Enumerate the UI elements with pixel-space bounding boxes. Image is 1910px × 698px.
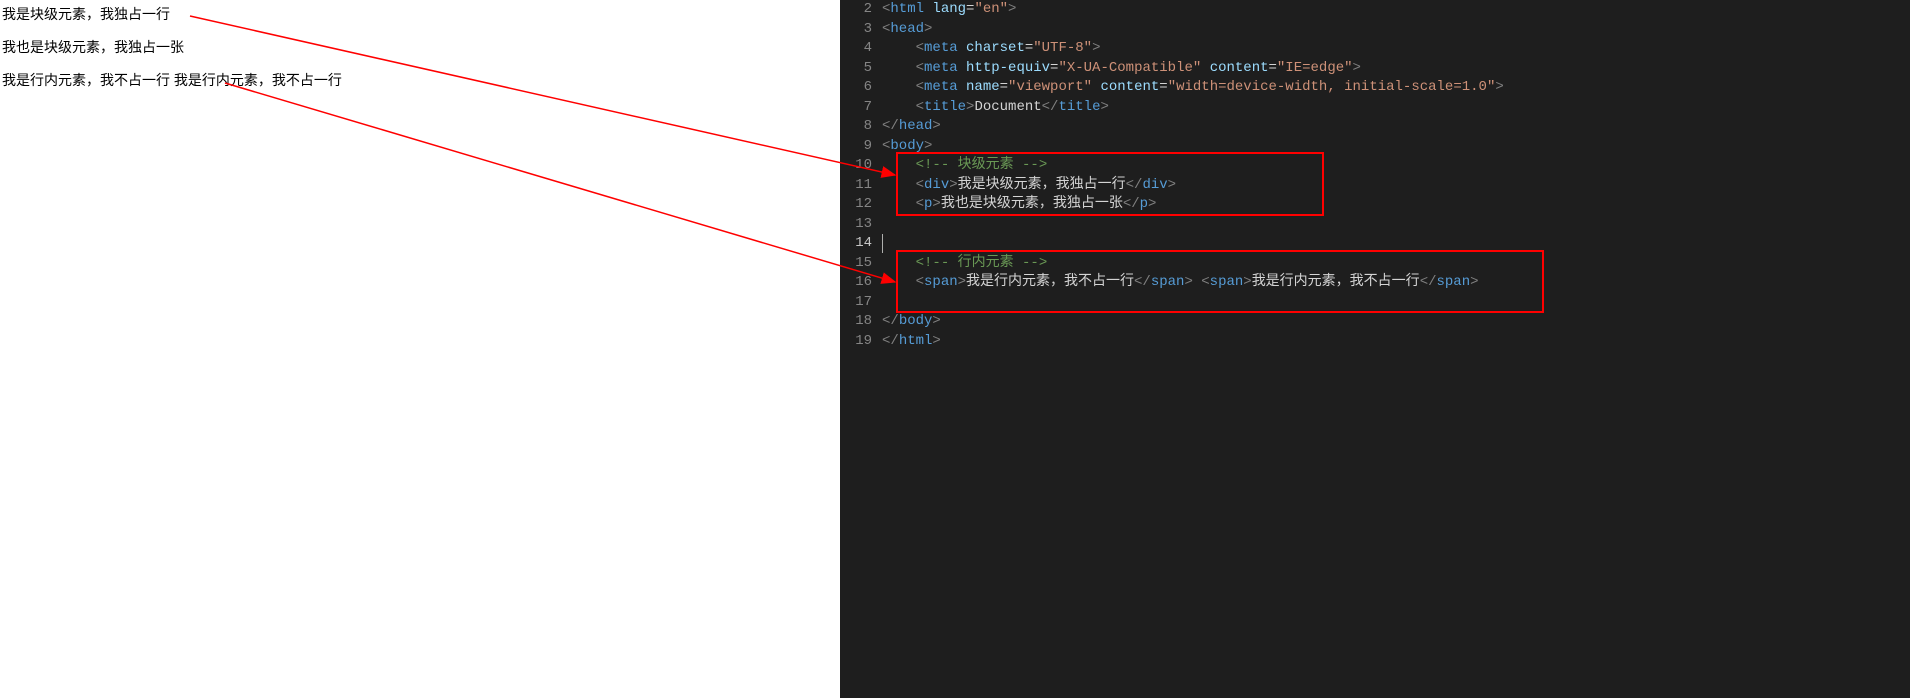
code-line[interactable]: <div>我是块级元素，我独占一行</div> — [882, 176, 1910, 196]
line-number: 11 — [840, 176, 872, 196]
line-number: 14 — [840, 234, 872, 254]
code-line[interactable]: </html> — [882, 332, 1910, 352]
preview-div-text: 我是块级元素，我独占一行 — [2, 4, 838, 25]
preview-span-2: 我是行内元素，我不占一行 — [174, 72, 342, 88]
line-number: 19 — [840, 332, 872, 352]
line-number: 10 — [840, 156, 872, 176]
line-number-gutter: 2 3 4 5 6 7 8 9 10 11 12 13 14 15 16 17 … — [840, 0, 882, 698]
line-number: 8 — [840, 117, 872, 137]
preview-span-1: 我是行内元素，我不占一行 — [2, 72, 170, 88]
line-number: 15 — [840, 254, 872, 274]
code-line[interactable]: <head> — [882, 20, 1910, 40]
code-line[interactable]: <body> — [882, 137, 1910, 157]
code-line[interactable]: <!-- 块级元素 --> — [882, 156, 1910, 176]
code-area[interactable]: <html lang="en"> <head> <meta charset="U… — [882, 0, 1910, 698]
line-number: 3 — [840, 20, 872, 40]
code-line[interactable]: <span>我是行内元素，我不占一行</span> <span>我是行内元素，我… — [882, 273, 1910, 293]
line-number: 16 — [840, 273, 872, 293]
line-number: 12 — [840, 195, 872, 215]
code-line[interactable]: </body> — [882, 312, 1910, 332]
line-number: 4 — [840, 39, 872, 59]
browser-preview-pane: 我是块级元素，我独占一行 我也是块级元素，我独占一张 我是行内元素，我不占一行 … — [0, 0, 840, 698]
line-number: 17 — [840, 293, 872, 313]
code-line[interactable]: </head> — [882, 117, 1910, 137]
line-number: 2 — [840, 0, 872, 20]
code-line[interactable]: <meta charset="UTF-8"> — [882, 39, 1910, 59]
code-editor[interactable]: 2 3 4 5 6 7 8 9 10 11 12 13 14 15 16 17 … — [840, 0, 1910, 698]
preview-inline-wrap: 我是行内元素，我不占一行 我是行内元素，我不占一行 — [2, 70, 838, 91]
code-line[interactable]: <meta http-equiv="X-UA-Compatible" conte… — [882, 59, 1910, 79]
code-line[interactable]: <meta name="viewport" content="width=dev… — [882, 78, 1910, 98]
code-line[interactable]: <p>我也是块级元素，我独占一张</p> — [882, 195, 1910, 215]
code-line[interactable]: <!-- 行内元素 --> — [882, 254, 1910, 274]
line-number: 5 — [840, 59, 872, 79]
code-line[interactable] — [882, 215, 1910, 235]
line-number: 9 — [840, 137, 872, 157]
preview-p-text: 我也是块级元素，我独占一张 — [2, 37, 838, 58]
line-number: 6 — [840, 78, 872, 98]
text-cursor — [882, 234, 883, 253]
line-number: 13 — [840, 215, 872, 235]
code-line[interactable]: <html lang="en"> — [882, 0, 1910, 20]
code-line[interactable] — [882, 234, 1910, 254]
code-line[interactable]: <title>Document</title> — [882, 98, 1910, 118]
line-number: 18 — [840, 312, 872, 332]
code-line[interactable] — [882, 293, 1910, 313]
line-number: 7 — [840, 98, 872, 118]
